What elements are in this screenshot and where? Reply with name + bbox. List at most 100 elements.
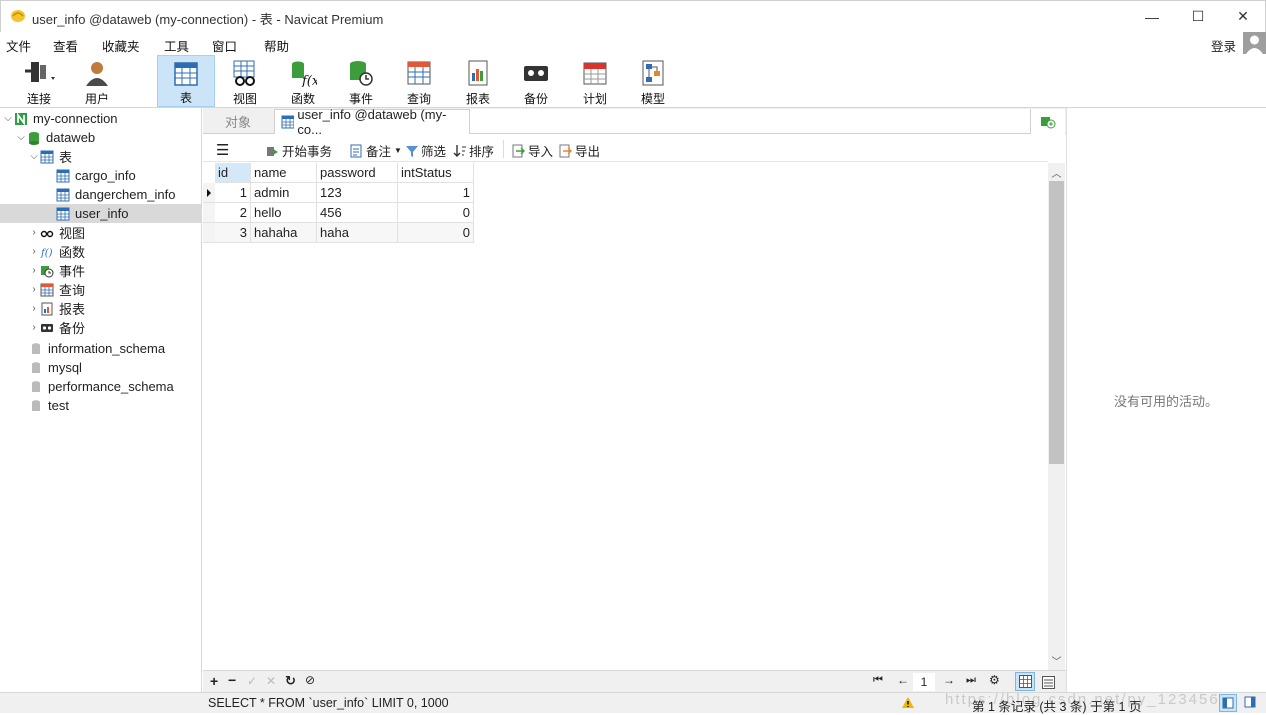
menu-favorites[interactable]: 收藏夹 <box>102 36 140 55</box>
new-tab-button[interactable] <box>1030 109 1065 134</box>
tree-database-performance_schema[interactable]: performance_schema <box>29 377 201 396</box>
discard-changes-icon[interactable]: ✕ <box>266 674 276 688</box>
toolbar-view-button[interactable]: 视图 <box>216 55 274 107</box>
tab-objects[interactable]: 对象 <box>203 109 273 134</box>
next-page-icon[interactable]: → <box>943 673 955 687</box>
table-cell[interactable]: haha <box>317 223 398 243</box>
chevron-right-icon[interactable]: › <box>28 227 40 238</box>
tree-database-information_schema[interactable]: information_schema <box>29 339 201 358</box>
chevron-right-icon[interactable]: › <box>28 303 40 314</box>
delete-record-icon[interactable]: − <box>228 672 236 688</box>
tree-table-dangerchem_info[interactable]: dangerchem_info <box>56 185 201 204</box>
scroll-down-icon[interactable]: ﹀ <box>1048 653 1065 668</box>
avatar[interactable] <box>1243 32 1266 54</box>
tab-user-info[interactable]: user_info @dataweb (my-co... <box>274 107 470 137</box>
maximize-button[interactable]: ☐ <box>1175 1 1221 32</box>
import-button[interactable]: 导入 <box>511 141 553 160</box>
first-page-icon[interactable]: ⏮ <box>873 674 883 687</box>
refresh-icon[interactable]: ↻ <box>285 673 296 689</box>
previous-page-icon[interactable]: ← <box>897 673 909 687</box>
settings-gear-icon[interactable]: ⚙ <box>989 673 1000 687</box>
menu-window[interactable]: 窗口 <box>212 36 237 55</box>
login-link[interactable]: 登录 <box>1211 36 1236 55</box>
toggle-right-panel-button[interactable] <box>1242 694 1260 712</box>
begin-transaction-label: 开始事务 <box>282 145 333 159</box>
table-cell[interactable]: 1 <box>398 183 474 203</box>
tree-events-group[interactable]: › 事件 <box>28 261 201 280</box>
scroll-up-icon[interactable]: ︿ <box>1048 165 1065 180</box>
table-cell[interactable]: 0 <box>398 223 474 243</box>
chevron-down-icon[interactable]: ⌵ <box>2 113 14 124</box>
begin-transaction-button[interactable]: 开始事务 <box>265 141 332 160</box>
table-cell[interactable]: 2 <box>215 203 251 223</box>
column-header-name[interactable]: name <box>251 163 317 183</box>
filter-button[interactable]: 筛选 <box>405 141 446 160</box>
table-cell[interactable]: 3 <box>215 223 251 243</box>
tree-views-group[interactable]: › 视图 <box>28 223 201 242</box>
tree-reports-group[interactable]: › 报表 <box>28 299 201 318</box>
table-cell[interactable]: hello <box>251 203 317 223</box>
stop-icon[interactable]: ⊘ <box>305 673 315 687</box>
menu-tools[interactable]: 工具 <box>164 36 189 55</box>
query-icon <box>40 283 54 296</box>
toolbar-schedule-button[interactable]: 计划 <box>566 55 624 107</box>
chevron-right-icon[interactable]: › <box>28 284 40 295</box>
menu-view[interactable]: 查看 <box>53 36 78 55</box>
tree-functions-group[interactable]: › f() 函数 <box>28 242 201 261</box>
form-view-button[interactable] <box>1039 673 1057 691</box>
export-button[interactable]: 导出 <box>558 141 600 160</box>
scrollbar-thumb[interactable] <box>1049 181 1064 464</box>
chevron-down-icon[interactable]: ⌵ <box>28 151 40 162</box>
toolbar-query-button[interactable]: 查询 <box>390 55 448 107</box>
toggle-left-panel-button[interactable] <box>1219 694 1237 712</box>
last-page-icon[interactable]: ⏭ <box>966 674 976 687</box>
sort-button[interactable]: 排序 <box>453 141 494 160</box>
tree-table-user_info[interactable]: user_info <box>0 204 201 223</box>
grid-view-button[interactable] <box>1015 672 1035 691</box>
toolbar-backup-button[interactable]: 备份 <box>507 55 565 107</box>
table-cell[interactable]: 0 <box>398 203 474 223</box>
apply-changes-icon[interactable]: ✓ <box>247 674 257 688</box>
row-marker[interactable] <box>203 183 215 203</box>
chevron-right-icon[interactable]: › <box>28 246 40 257</box>
table-cell[interactable]: 456 <box>317 203 398 223</box>
chevron-down-icon[interactable]: ⌵ <box>15 132 27 143</box>
chevron-right-icon[interactable]: › <box>28 265 40 276</box>
tree-database-dataweb[interactable]: ⌵ dataweb <box>15 128 201 147</box>
table-icon <box>40 150 54 163</box>
tree-database-mysql[interactable]: mysql <box>29 358 201 377</box>
table-cell[interactable]: 1 <box>215 183 251 203</box>
row-marker[interactable] <box>203 203 215 223</box>
filter-icon <box>406 145 418 157</box>
column-header-password[interactable]: password <box>317 163 398 183</box>
close-button[interactable]: ✕ <box>1220 1 1266 32</box>
tree-table-cargo_info[interactable]: cargo_info <box>56 166 201 185</box>
tree-database-test[interactable]: test <box>29 396 201 415</box>
minimize-button[interactable]: — <box>1129 1 1175 32</box>
vertical-scrollbar[interactable]: ︿ ﹀ <box>1048 163 1065 670</box>
memo-button[interactable]: 备注 ▼ <box>349 141 402 160</box>
toolbar-connect-button[interactable]: 连接 <box>10 55 68 107</box>
tree-tables-group[interactable]: ⌵ 表 <box>28 147 201 166</box>
tree-backups-group[interactable]: › 备份 <box>28 318 201 337</box>
add-record-icon[interactable]: + <box>210 673 218 689</box>
column-header-intStatus[interactable]: intStatus <box>398 163 474 183</box>
table-cell[interactable]: hahaha <box>251 223 317 243</box>
toolbar-report-button[interactable]: 报表 <box>449 55 507 107</box>
row-marker[interactable] <box>203 223 215 243</box>
toolbar-model-button[interactable]: 模型 <box>624 55 682 107</box>
toolbar-user-button[interactable]: 用户 <box>68 55 126 107</box>
menu-help[interactable]: 帮助 <box>264 36 289 55</box>
tree-queries-group[interactable]: › 查询 <box>28 280 201 299</box>
column-header-id[interactable]: id <box>215 163 251 183</box>
menu-file[interactable]: 文件 <box>6 36 31 55</box>
toolbar-table-button[interactable]: 表 <box>157 55 215 107</box>
page-number-input[interactable]: 1 <box>913 673 935 691</box>
toolbar-function-button[interactable]: f(x) 函数 <box>274 55 332 107</box>
chevron-right-icon[interactable]: › <box>28 322 40 333</box>
table-cell[interactable]: admin <box>251 183 317 203</box>
menu-icon[interactable]: ☰ <box>216 141 229 159</box>
toolbar-event-button[interactable]: 事件 <box>332 55 390 107</box>
tree-connection[interactable]: ⌵ my-connection <box>2 109 201 128</box>
table-cell[interactable]: 123 <box>317 183 398 203</box>
